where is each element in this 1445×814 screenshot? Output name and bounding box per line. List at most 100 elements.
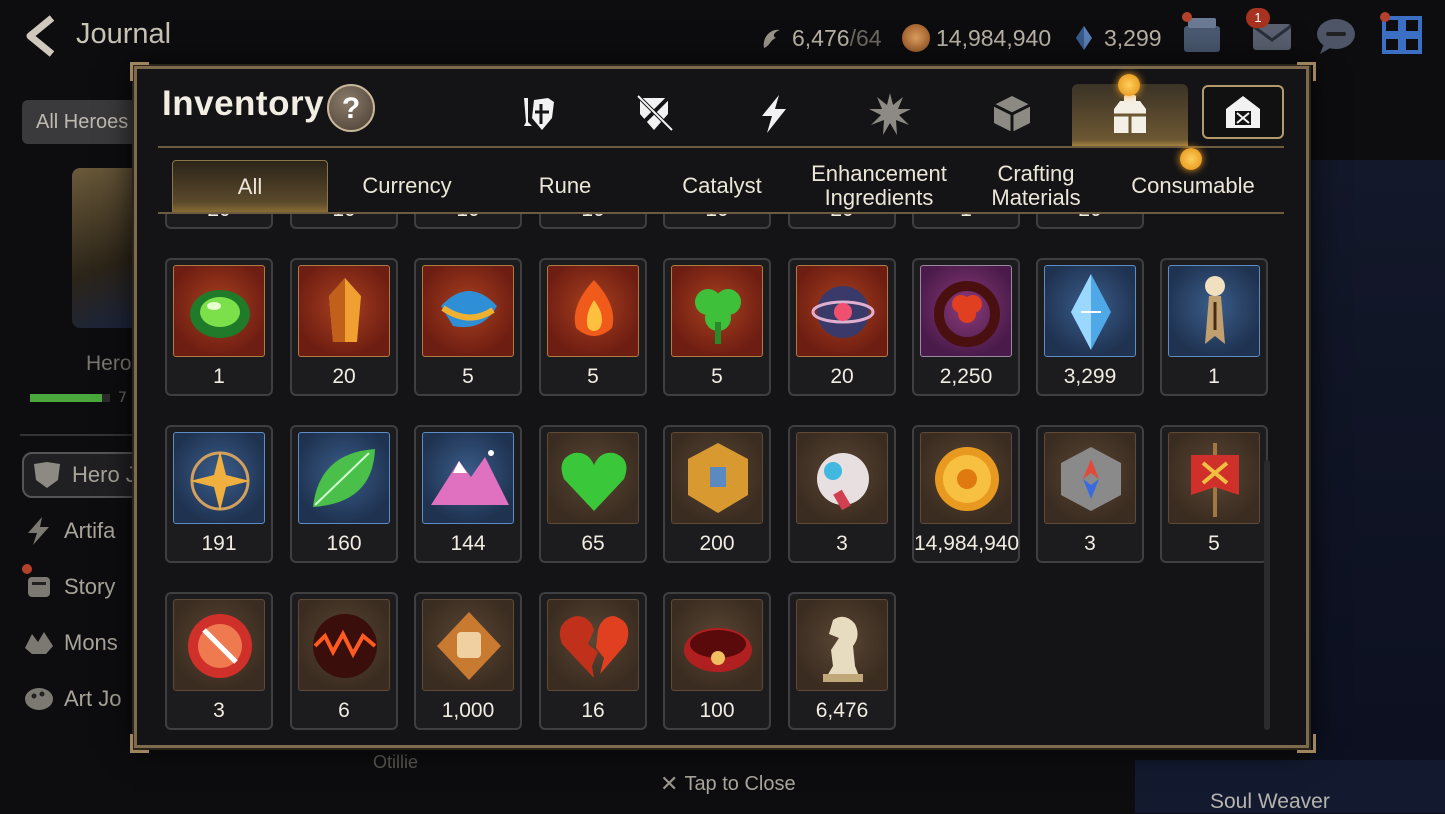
hourglass-bookmark-icon: [1168, 265, 1260, 357]
sidebar-item-story[interactable]: Story: [22, 564, 142, 610]
mail-badge: 1: [1246, 8, 1270, 28]
chat-icon[interactable]: [1314, 14, 1358, 56]
item-quantity: 3: [1084, 532, 1096, 555]
inventory-item-slot[interactable]: 10: [663, 214, 771, 229]
inventory-item-slot[interactable]: 191: [165, 425, 273, 563]
item-quantity: 20: [790, 214, 894, 222]
inventory-item-slot[interactable]: 6,476: [788, 592, 896, 730]
rune-splash-icon: [869, 93, 911, 135]
subtab-currency[interactable]: Currency: [330, 160, 484, 212]
inventory-item-slot[interactable]: 1: [912, 214, 1020, 229]
collection-progress-bar: [30, 394, 110, 402]
background-right-panel: [1310, 160, 1445, 760]
inventory-item-slot[interactable]: 160: [290, 425, 398, 563]
inventory-item-slot[interactable]: 5: [663, 258, 771, 396]
top-bar: Journal 6,476 /64 14,984,940 3,299 1: [0, 0, 1445, 70]
inventory-grid[interactable]: 20 10 10 10 10 20 1 20 1 20 5 5 5 20 2,250 3,299 1 191 160…: [160, 214, 1275, 734]
item-quantity: 6: [338, 699, 350, 722]
sealed-badge-icon: [173, 599, 265, 691]
all-heroes-filter[interactable]: All Heroes: [22, 100, 142, 144]
inventory-item-slot[interactable]: 20: [788, 214, 896, 229]
panel-corner-ornament: [1297, 734, 1316, 753]
item-quantity: 1: [1208, 365, 1220, 388]
inventory-item-slot[interactable]: 200: [663, 425, 771, 563]
inventory-item-slot[interactable]: 5: [539, 258, 647, 396]
item-quantity: 20: [1038, 214, 1142, 222]
inventory-item-slot[interactable]: 5: [414, 258, 522, 396]
item-quantity: 5: [1208, 532, 1220, 555]
storage-button[interactable]: [1202, 85, 1284, 139]
sidebar-item-art-journal[interactable]: Art Jo: [22, 676, 142, 722]
gold-value: 14,984,940: [936, 24, 1052, 51]
tap-to-close[interactable]: ✕ Tap to Close: [660, 771, 796, 797]
inventory-item-slot[interactable]: 3: [165, 592, 273, 730]
grid-scrollbar[interactable]: [1264, 460, 1270, 730]
stamina-value: 6,476: [792, 24, 850, 51]
tab-hero-equipment[interactable]: [506, 86, 566, 142]
flame-charm-icon: [547, 265, 639, 357]
sidebar-item-monsters[interactable]: Mons: [22, 620, 142, 666]
sidebar-item-artifacts[interactable]: Artifa: [22, 508, 142, 554]
gold-coin-icon: [920, 432, 1012, 524]
header-divider: [158, 146, 1284, 148]
crystal-icon: [1076, 26, 1092, 50]
inventory-item-slot[interactable]: 20: [165, 214, 273, 229]
inventory-item-slot[interactable]: 144: [414, 425, 522, 563]
inventory-item-slot[interactable]: 1,000: [414, 592, 522, 730]
tab-artifacts[interactable]: [744, 86, 804, 142]
subtab-catalyst[interactable]: Catalyst: [645, 160, 799, 212]
broken-heart-icon: [547, 599, 639, 691]
progress-fill: [30, 394, 102, 402]
inventory-item-slot[interactable]: 10: [290, 214, 398, 229]
close-icon: ✕: [660, 771, 679, 796]
inventory-item-slot[interactable]: 3: [788, 425, 896, 563]
item-quantity: 1: [914, 214, 1018, 222]
subtab-all[interactable]: All: [172, 160, 328, 214]
subtab-enhancement-ingredients[interactable]: Enhancement Ingredients: [802, 160, 956, 212]
crystal-value: 3,299: [1104, 24, 1162, 51]
inventory-item-slot[interactable]: 2,250: [912, 258, 1020, 396]
inventory-item-slot[interactable]: 6: [290, 592, 398, 730]
inventory-title: Inventory: [162, 84, 325, 123]
inventory-item-slot[interactable]: 3: [1036, 425, 1144, 563]
robot-pet-icon: [796, 432, 888, 524]
inventory-item-slot[interactable]: 10: [414, 214, 522, 229]
item-quantity: 3: [836, 532, 848, 555]
sidebar-item-label: Mons: [64, 630, 118, 655]
back-arrow-icon[interactable]: [22, 14, 62, 58]
inventory-item-slot[interactable]: 65: [539, 425, 647, 563]
tab-equipment[interactable]: [624, 86, 684, 142]
sidebar-item-label: Artifa: [64, 518, 116, 543]
inventory-item-slot[interactable]: 10: [539, 214, 647, 229]
sidebar-item-hero-journal[interactable]: Hero J: [22, 452, 152, 498]
cube-icon: [993, 96, 1031, 132]
item-quantity: 1,000: [441, 699, 495, 722]
inventory-item-slot[interactable]: 16: [539, 592, 647, 730]
item-quantity: 14,984,940: [914, 532, 1020, 555]
item-quantity: 5: [711, 365, 723, 388]
stamina-icon: [763, 29, 780, 48]
inventory-item-slot[interactable]: 5: [1160, 425, 1268, 563]
item-quantity: 160: [326, 532, 362, 555]
tab-runes[interactable]: [860, 86, 920, 142]
help-button[interactable]: ?: [327, 84, 375, 132]
journal-book-image: [72, 168, 142, 328]
inventory-item-slot[interactable]: 3,299: [1036, 258, 1144, 396]
item-quantity: 20: [830, 365, 854, 388]
tab-materials[interactable]: [982, 86, 1042, 142]
subtab-rune[interactable]: Rune: [488, 160, 642, 212]
item-quantity: 65: [581, 532, 605, 555]
inventory-item-slot[interactable]: 20: [1036, 214, 1144, 229]
subtab-crafting-materials[interactable]: Crafting Materials: [958, 160, 1114, 212]
inventory-item-slot[interactable]: 1: [1160, 258, 1268, 396]
inventory-item-slot[interactable]: 100: [663, 592, 771, 730]
orbit-charm-icon: [796, 265, 888, 357]
gold-icon: [902, 24, 930, 52]
lava-orb-icon: [298, 599, 390, 691]
inventory-item-slot[interactable]: 20: [788, 258, 896, 396]
inventory-item-slot[interactable]: 14,984,940: [912, 425, 1020, 563]
item-quantity: 3: [213, 699, 225, 722]
inventory-item-slot[interactable]: 1: [165, 258, 273, 396]
inventory-item-slot[interactable]: 20: [290, 258, 398, 396]
water-charm-icon: [422, 265, 514, 357]
